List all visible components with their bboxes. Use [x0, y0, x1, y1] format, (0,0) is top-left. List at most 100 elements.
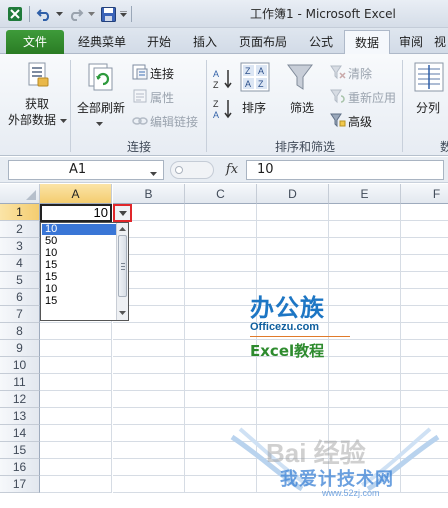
edit-links-button[interactable]: 编辑链接 [150, 113, 198, 130]
cell-c5[interactable] [185, 272, 257, 289]
tab-file[interactable]: 文件 [6, 30, 64, 54]
cell-f12[interactable] [401, 391, 448, 408]
cell-a10[interactable] [40, 357, 112, 374]
row-header-8[interactable]: 8 [0, 323, 40, 340]
excel-app-icon[interactable] [4, 4, 26, 24]
row-header-17[interactable]: 17 [0, 476, 40, 493]
text-to-columns-button[interactable]: 分列 [416, 99, 440, 116]
cell-b16[interactable] [113, 459, 185, 476]
cell-f13[interactable] [401, 408, 448, 425]
row-header-3[interactable]: 3 [0, 238, 40, 255]
tab-home[interactable]: 开始 [138, 30, 180, 54]
customize-qat-icon[interactable] [118, 4, 128, 24]
cell-f11[interactable] [401, 374, 448, 391]
cell-c13[interactable] [185, 408, 257, 425]
tab-insert[interactable]: 插入 [184, 30, 226, 54]
cell-c4[interactable] [185, 255, 257, 272]
cell-a17[interactable] [40, 476, 112, 493]
row-header-14[interactable]: 14 [0, 425, 40, 442]
cell-d13[interactable] [257, 408, 329, 425]
cell-a16[interactable] [40, 459, 112, 476]
redo-dropdown-icon[interactable] [86, 4, 96, 24]
column-header-e[interactable]: E [329, 184, 401, 204]
column-header-a[interactable]: A [40, 184, 112, 204]
dropdown-option[interactable]: 15 [42, 272, 116, 283]
row-header-2[interactable]: 2 [0, 221, 40, 238]
cell-b15[interactable] [113, 442, 185, 459]
save-icon[interactable] [98, 4, 118, 24]
row-header-11[interactable]: 11 [0, 374, 40, 391]
cell-e1[interactable] [329, 204, 401, 221]
refresh-all-button[interactable]: 全部刷新 [77, 99, 125, 116]
get-external-data-button[interactable]: 获取 [12, 95, 62, 112]
cell-c2[interactable] [185, 221, 257, 238]
cell-e4[interactable] [329, 255, 401, 272]
dropdown-scrollbar[interactable] [116, 223, 128, 320]
cell-c7[interactable] [185, 306, 257, 323]
sort-z-to-a-icon[interactable]: ZA [212, 98, 234, 123]
cell-a11[interactable] [40, 374, 112, 391]
name-box[interactable]: A1 [8, 160, 164, 180]
row-header-16[interactable]: 16 [0, 459, 40, 476]
advanced-filter-button[interactable]: 高级 [348, 113, 372, 130]
tab-view[interactable]: 视 [432, 30, 448, 54]
tab-page-layout[interactable]: 页面布局 [230, 30, 296, 54]
properties-button[interactable]: 属性 [150, 89, 174, 106]
cell-c6[interactable] [185, 289, 257, 306]
cell-c9[interactable] [185, 340, 257, 357]
cell-f7[interactable] [401, 306, 448, 323]
row-header-1[interactable]: 1 [0, 204, 40, 221]
cell-a14[interactable] [40, 425, 112, 442]
cell-d4[interactable] [257, 255, 329, 272]
worksheet-grid[interactable]: ABCDEF 1234567891011121314151617 1015 10… [0, 184, 448, 508]
cell-c8[interactable] [185, 323, 257, 340]
column-header-c[interactable]: C [185, 184, 257, 204]
cell-d2[interactable] [257, 221, 329, 238]
tab-review[interactable]: 审阅 [392, 30, 430, 54]
tab-formulas[interactable]: 公式 [300, 30, 342, 54]
cell-e13[interactable] [329, 408, 401, 425]
cell-f6[interactable] [401, 289, 448, 306]
redo-icon[interactable] [66, 4, 86, 24]
cell-e2[interactable] [329, 221, 401, 238]
cell-b13[interactable] [113, 408, 185, 425]
cell-b12[interactable] [113, 391, 185, 408]
cell-f2[interactable] [401, 221, 448, 238]
filter-button[interactable]: 筛选 [290, 99, 314, 116]
cell-f5[interactable] [401, 272, 448, 289]
cell-f3[interactable] [401, 238, 448, 255]
scroll-thumb[interactable] [118, 235, 127, 297]
cell-d3[interactable] [257, 238, 329, 255]
tab-data[interactable]: 数据 [344, 30, 390, 55]
row-header-12[interactable]: 12 [0, 391, 40, 408]
cell-e3[interactable] [329, 238, 401, 255]
row-header-6[interactable]: 6 [0, 289, 40, 306]
cell-d12[interactable] [257, 391, 329, 408]
column-header-d[interactable]: D [257, 184, 329, 204]
cell-c3[interactable] [185, 238, 257, 255]
cell-b9[interactable] [113, 340, 185, 357]
cell-d5[interactable] [257, 272, 329, 289]
scroll-down-icon[interactable] [117, 309, 128, 317]
formula-bar-splitter[interactable] [170, 161, 214, 179]
get-external-data-label-2[interactable]: 外部数据 [8, 111, 67, 128]
row-header-10[interactable]: 10 [0, 357, 40, 374]
cell-e5[interactable] [329, 272, 401, 289]
cell-a15[interactable] [40, 442, 112, 459]
refresh-all-dropdown[interactable] [96, 116, 103, 130]
cell-c10[interactable] [185, 357, 257, 374]
cell-d11[interactable] [257, 374, 329, 391]
cell-b10[interactable] [113, 357, 185, 374]
cell-f9[interactable] [401, 340, 448, 357]
validation-dropdown-button[interactable] [113, 204, 132, 222]
cell-a1[interactable]: 10 [40, 204, 112, 221]
dropdown-option[interactable]: 10 [42, 284, 116, 295]
cell-f1[interactable] [401, 204, 448, 221]
select-all-corner[interactable] [0, 184, 40, 204]
dropdown-option[interactable]: 10 [42, 224, 116, 235]
row-header-4[interactable]: 4 [0, 255, 40, 272]
sort-a-to-z-icon[interactable]: AZ [212, 68, 234, 93]
row-header-13[interactable]: 13 [0, 408, 40, 425]
tab-classic-menu[interactable]: 经典菜单 [70, 30, 134, 54]
cell-d1[interactable] [257, 204, 329, 221]
